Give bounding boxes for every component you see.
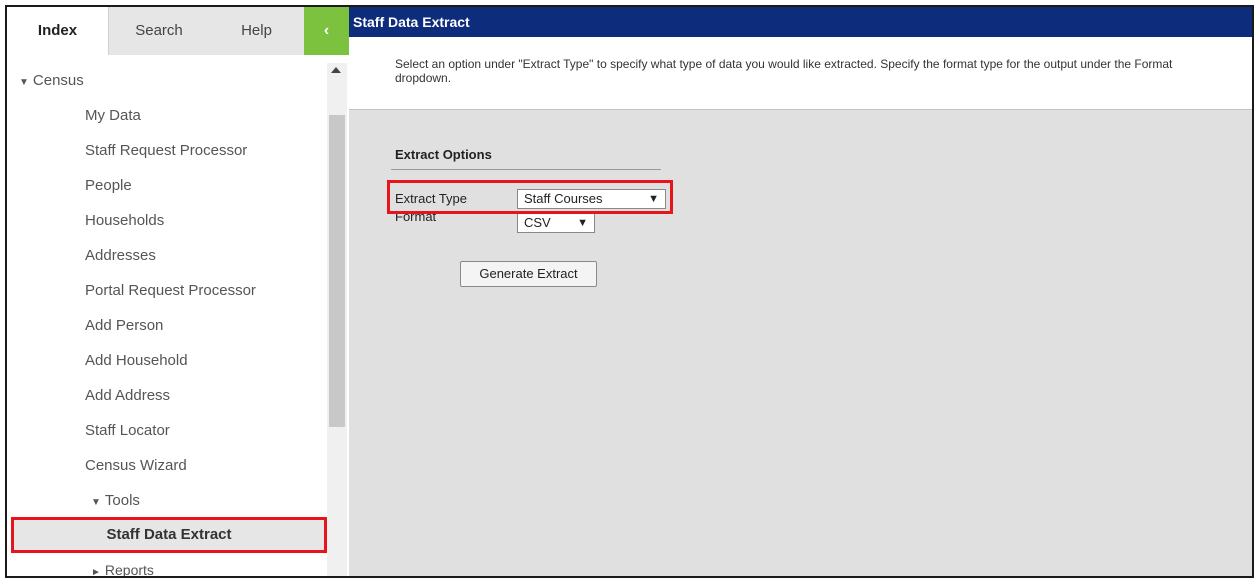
- instruction-text: Select an option under "Extract Type" to…: [395, 57, 1173, 85]
- tree-item-people[interactable]: People: [85, 177, 132, 194]
- scrollbar-thumb[interactable]: [329, 115, 345, 427]
- tree-item-staff-locator[interactable]: Staff Locator: [85, 422, 170, 439]
- divider: [391, 169, 661, 170]
- scroll-up-arrow-icon[interactable]: [331, 67, 341, 73]
- tree-item-portal-request-processor[interactable]: Portal Request Processor: [85, 282, 256, 299]
- tree-item-add-address[interactable]: Add Address: [85, 387, 170, 404]
- extract-type-highlight: [387, 180, 673, 214]
- caret-down-icon: ▼: [19, 77, 29, 88]
- page-title: Staff Data Extract: [349, 7, 1252, 37]
- sidebar-scrollbar[interactable]: [327, 63, 347, 576]
- tab-help[interactable]: Help: [209, 7, 304, 55]
- tree-item-tools[interactable]: ▼ Tools: [91, 492, 140, 509]
- tree-item-reports[interactable]: ► Reports: [91, 562, 154, 578]
- tab-index[interactable]: Index: [7, 7, 109, 55]
- tree-item-census[interactable]: ▼ Census: [19, 72, 84, 89]
- tree-item-add-household[interactable]: Add Household: [85, 352, 188, 369]
- tab-search[interactable]: Search: [109, 7, 209, 55]
- tree-item-census-wizard[interactable]: Census Wizard: [85, 457, 187, 474]
- caret-down-icon: ▼: [91, 497, 101, 508]
- section-title: Extract Options: [395, 147, 492, 162]
- tree-item-label: Staff Data Extract: [106, 526, 232, 543]
- dropdown-arrow-icon: ▼: [577, 217, 588, 229]
- tree-item-label: Tools: [104, 492, 140, 509]
- tree-item-label: Census: [32, 72, 84, 89]
- sidebar: Index Search Help ‹ ▼ Census My Data Staf…: [7, 7, 350, 576]
- tree-item-addresses[interactable]: Addresses: [85, 247, 156, 264]
- tree-item-staff-request-processor[interactable]: Staff Request Processor: [85, 142, 247, 159]
- collapse-sidebar-button[interactable]: ‹: [304, 7, 349, 55]
- generate-extract-button[interactable]: Generate Extract: [460, 261, 597, 287]
- tree-item-staff-data-extract[interactable]: Staff Data Extract: [11, 517, 327, 553]
- format-select[interactable]: CSV ▼: [517, 213, 595, 233]
- sidebar-tabs: Index Search Help ‹: [7, 7, 349, 55]
- format-value: CSV: [524, 215, 551, 230]
- instruction-panel: Select an option under "Extract Type" to…: [349, 37, 1252, 110]
- chevron-left-icon: ‹: [323, 22, 330, 39]
- tree-item-add-person[interactable]: Add Person: [85, 317, 163, 334]
- caret-right-icon: ►: [91, 567, 101, 578]
- app-window: Index Search Help ‹ ▼ Census My Data Staf…: [5, 5, 1254, 578]
- main-content: Staff Data Extract Select an option unde…: [349, 7, 1252, 576]
- tree-item-my-data[interactable]: My Data: [85, 107, 141, 124]
- tree-item-households[interactable]: Households: [85, 212, 164, 229]
- tree-item-label: Reports: [104, 562, 154, 578]
- navigation-tree: ▼ Census My Data Staff Request Processor …: [7, 55, 327, 578]
